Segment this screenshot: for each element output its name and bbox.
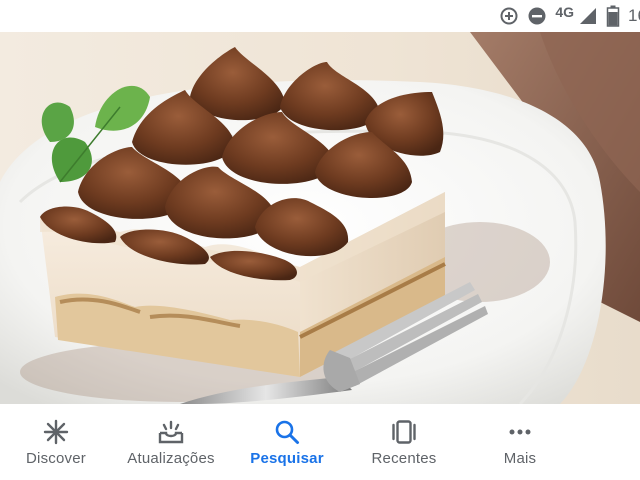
- nav-label-updates: Atualizações: [127, 450, 215, 467]
- tiramisu-dessert-photo[interactable]: [0, 32, 640, 404]
- battery-icon: [606, 5, 620, 27]
- nav-label-discover: Discover: [26, 450, 86, 467]
- nav-item-recents[interactable]: Recentes: [349, 404, 459, 480]
- dessert-illustration: [0, 32, 640, 404]
- nav-item-updates[interactable]: Atualizações: [116, 404, 226, 480]
- status-bar: 4G 16: [0, 0, 640, 32]
- asterisk-icon: [42, 418, 70, 446]
- do-not-disturb-icon: [527, 6, 547, 26]
- nav-item-search[interactable]: Pesquisar: [232, 404, 342, 480]
- network-type: 4G: [555, 4, 574, 20]
- clock: 16: [628, 6, 640, 25]
- tabs-icon: [390, 418, 418, 446]
- status-icons: 4G 16: [499, 4, 640, 28]
- nav-item-discover[interactable]: Discover: [1, 404, 111, 480]
- bottom-navigation: Discover Atualizações Pesquisar Recentes…: [0, 404, 640, 480]
- inbox-tray-icon: [157, 418, 185, 446]
- cell-signal-icon: [578, 6, 598, 26]
- nav-label-more: Mais: [503, 450, 537, 467]
- nav-label-search: Pesquisar: [250, 450, 324, 467]
- search-icon: [273, 418, 301, 446]
- nav-item-more[interactable]: Mais: [465, 404, 575, 480]
- more-horiz-icon: [506, 418, 534, 446]
- data-saver-icon: [499, 6, 519, 26]
- nav-label-recents: Recentes: [371, 450, 437, 467]
